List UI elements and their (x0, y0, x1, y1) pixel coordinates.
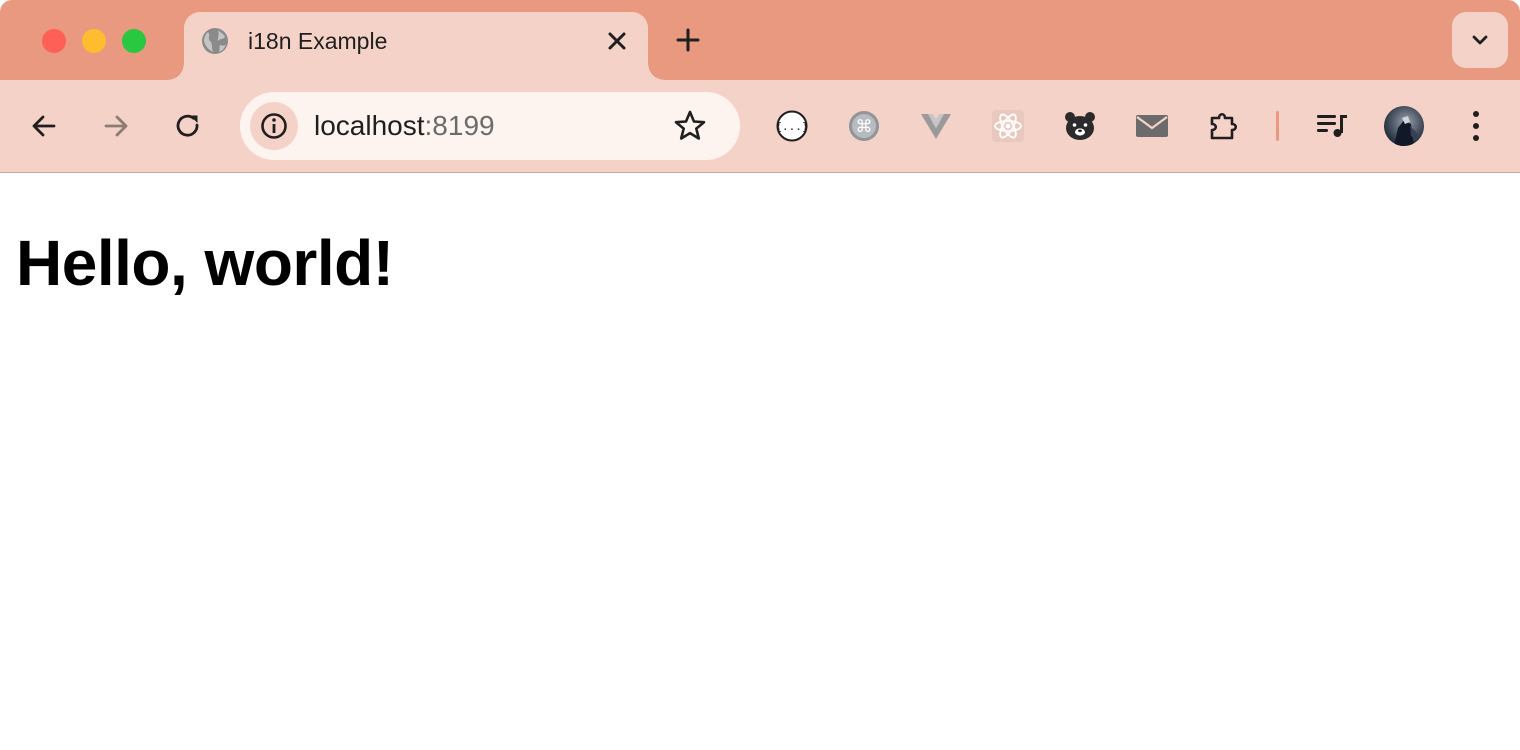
bear-icon[interactable] (1062, 108, 1098, 144)
maximize-window-button[interactable] (122, 29, 146, 53)
mail-icon[interactable] (1134, 108, 1170, 144)
new-tab-button[interactable] (672, 24, 704, 56)
svg-text:{...}: {...} (775, 120, 808, 133)
forward-button[interactable] (96, 106, 136, 146)
more-menu-icon[interactable] (1458, 108, 1494, 144)
svg-text:⌘: ⌘ (856, 117, 873, 137)
back-button[interactable] (24, 106, 64, 146)
vue-devtools-icon[interactable] (918, 108, 954, 144)
browser-toolbar: localhost:8199 {...} ⌘ (0, 80, 1520, 173)
page-heading: Hello, world! (16, 227, 394, 299)
url-host: localhost (314, 110, 425, 141)
command-icon[interactable]: ⌘ (846, 108, 882, 144)
page-viewport: Hello, world! (0, 174, 1520, 750)
browser-window: i18n Example localhost:8199 {...} ⌘ Hell… (0, 0, 1520, 750)
toolbar-divider (1276, 111, 1279, 141)
react-devtools-icon[interactable] (990, 108, 1026, 144)
puzzle-icon[interactable] (1206, 108, 1242, 144)
globe-icon (200, 26, 230, 56)
close-window-button[interactable] (42, 29, 66, 53)
close-tab-icon[interactable] (602, 26, 632, 56)
plus-icon (676, 28, 700, 52)
url-port: :8199 (424, 110, 495, 141)
arrow-right-icon (104, 115, 128, 137)
tab-strip: i18n Example (0, 0, 1520, 80)
minimize-window-button[interactable] (82, 29, 106, 53)
reload-button[interactable] (168, 106, 208, 146)
reload-icon (176, 114, 199, 137)
media-controls-icon[interactable] (1314, 108, 1350, 144)
address-bar[interactable]: localhost:8199 (240, 92, 740, 160)
tab-title: i18n Example (248, 28, 388, 54)
json-viewer-icon[interactable]: {...} (774, 108, 810, 144)
chevron-down-icon (1472, 35, 1488, 45)
tab-search-button[interactable] (1452, 12, 1508, 68)
star-icon[interactable] (672, 108, 708, 144)
info-icon[interactable] (250, 102, 298, 150)
tab-active[interactable]: i18n Example (168, 12, 664, 80)
profile-avatar[interactable] (1384, 106, 1424, 146)
url-text[interactable]: localhost:8199 (314, 110, 495, 142)
arrow-left-icon (32, 115, 56, 137)
